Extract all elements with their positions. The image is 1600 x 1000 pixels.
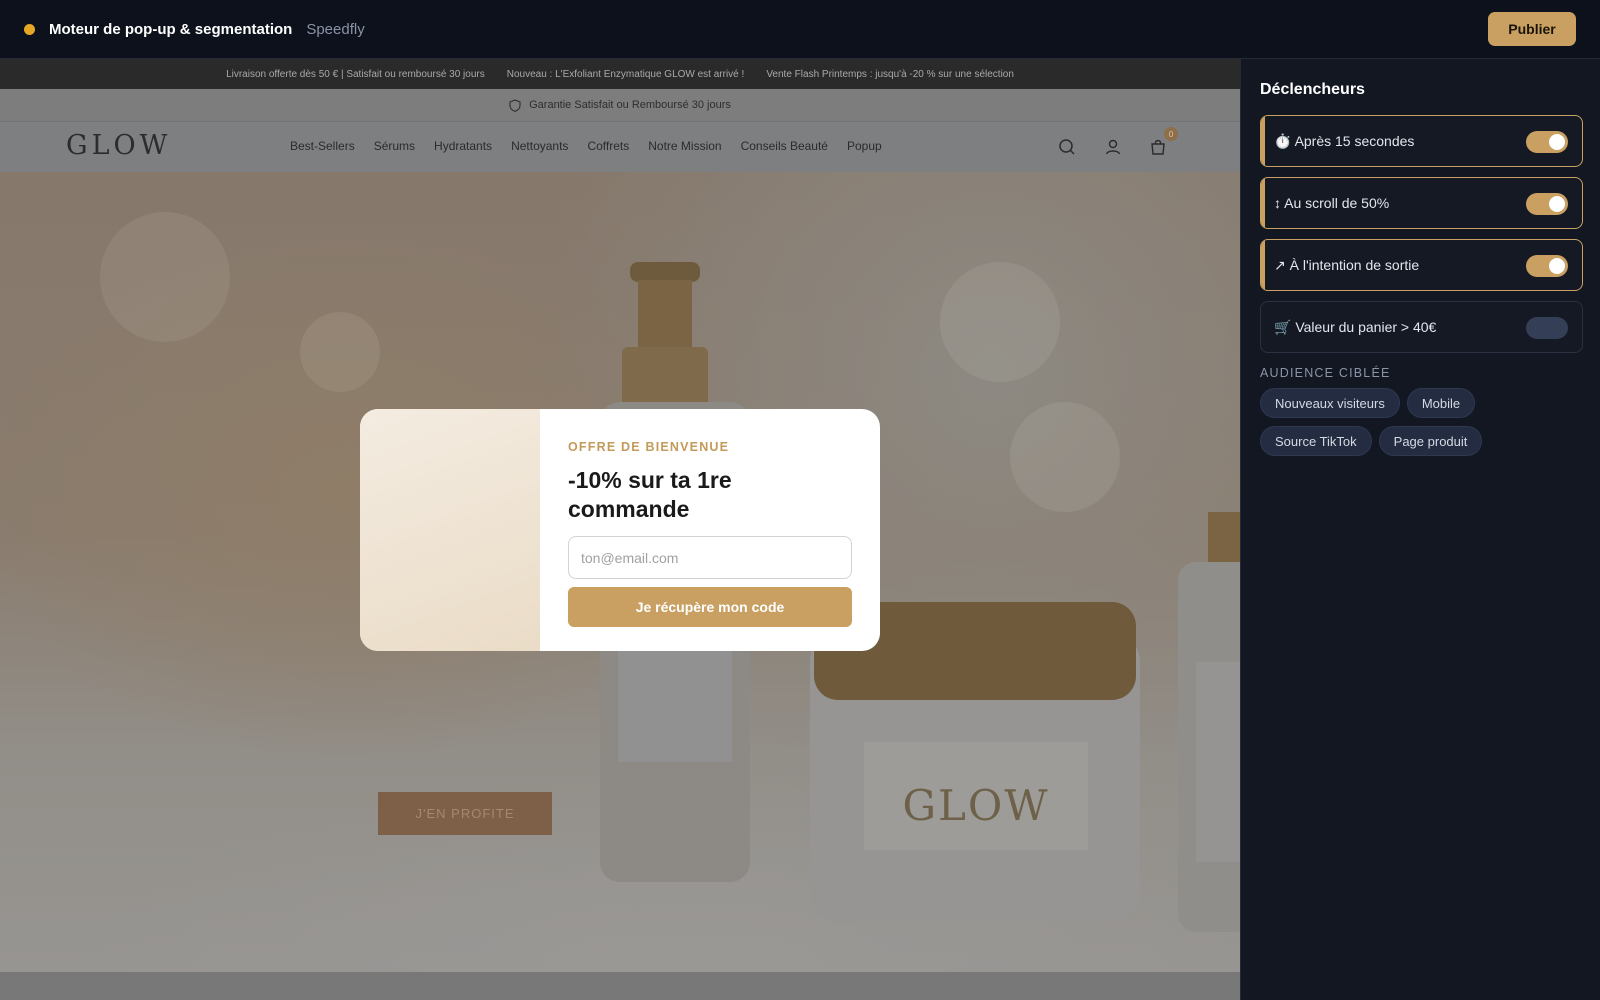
trigger-label: Au scroll de 50% <box>1284 195 1390 211</box>
trigger-exit-intent[interactable]: ↗ À l'intention de sortie <box>1260 239 1583 291</box>
nav-item-coffrets[interactable]: Coffrets <box>587 139 629 153</box>
nav-item-popup[interactable]: Popup <box>847 139 882 153</box>
cart-icon: 🛒 <box>1274 318 1292 335</box>
trigger-toggle[interactable] <box>1526 193 1568 215</box>
nav-item-serums[interactable]: Sérums <box>374 139 415 153</box>
popup-body: OFFRE DE BIENVENUE -10% sur ta 1re comma… <box>540 409 880 651</box>
hero-cta-button[interactable]: J'EN PROFITE <box>378 792 552 835</box>
user-icon[interactable] <box>1102 136 1124 158</box>
popup-title: -10% sur ta 1re commande <box>568 467 732 522</box>
trigger-label: Valeur du panier > 40€ <box>1295 318 1437 335</box>
status-dot <box>24 23 35 35</box>
exit-arrow-icon: ↗ <box>1274 256 1286 273</box>
trigger-toggle[interactable] <box>1526 131 1568 153</box>
store-nav: Best-Sellers Sérums Hydratants Nettoyant… <box>290 139 901 153</box>
settings-panel: Déclencheurs ⏱️ Après 15 secondes ↕ Au s… <box>1240 59 1600 1000</box>
cream-jar-image: GLOW <box>810 602 1140 922</box>
trigger-label: Après 15 secondes <box>1294 132 1415 149</box>
scroll-icon: ↕ <box>1274 195 1281 211</box>
toggle-knob <box>1549 134 1565 150</box>
triggers-title: Déclencheurs <box>1260 81 1365 98</box>
trigger-toggle[interactable] <box>1526 317 1568 339</box>
cart-count-badge: 0 <box>1164 127 1178 141</box>
trigger-label: À l'intention de sortie <box>1289 256 1420 273</box>
email-input[interactable] <box>568 536 852 579</box>
audience-chips: Nouveaux visiteurs Mobile Source TikTok … <box>1260 388 1590 456</box>
store-header: GLOW Best-Sellers Sérums Hydratants Nett… <box>0 122 1240 172</box>
welcome-popup: OFFRE DE BIENVENUE -10% sur ta 1re comma… <box>360 409 880 651</box>
trigger-after-15s[interactable]: ⏱️ Après 15 secondes <box>1260 115 1583 167</box>
guarantee-text: Garantie Satisfait ou Remboursé 30 jours <box>529 99 731 111</box>
jar-label: GLOW <box>902 781 1049 830</box>
publish-button[interactable]: Publier <box>1488 12 1576 46</box>
chip-new-visitors[interactable]: Nouveaux visiteurs <box>1260 388 1400 418</box>
audience-label: AUDIENCE CIBLÉE <box>1260 366 1391 380</box>
nav-item-conseils-beaute[interactable]: Conseils Beauté <box>741 139 828 153</box>
preview-footer-band <box>0 972 1240 1000</box>
toggle-knob <box>1549 196 1565 212</box>
timer-icon: ⏱️ <box>1274 132 1292 149</box>
claim-code-button[interactable]: Je récupère mon code <box>568 587 852 627</box>
nav-item-nettoyants[interactable]: Nettoyants <box>511 139 568 153</box>
promo-message: Vente Flash Printemps : jusqu'à -20 % su… <box>766 68 1014 80</box>
chip-tiktok-source[interactable]: Source TikTok <box>1260 426 1372 456</box>
store-logo[interactable]: GLOW <box>66 130 171 161</box>
trigger-toggle[interactable] <box>1526 255 1568 277</box>
bokeh-light <box>300 312 380 392</box>
chip-mobile[interactable]: Mobile <box>1406 388 1476 418</box>
bokeh-light <box>100 212 230 342</box>
trigger-cart-value[interactable]: 🛒 Valeur du panier > 40€ <box>1260 301 1583 353</box>
app-topbar: Moteur de pop-up & segmentation Speedfly… <box>0 0 1600 59</box>
chip-product-page[interactable]: Page produit <box>1378 426 1483 456</box>
promo-message: Livraison offerte dès 50 € | Satisfait o… <box>226 68 485 80</box>
bokeh-light <box>940 262 1060 382</box>
nav-item-best-sellers[interactable]: Best-Sellers <box>290 139 355 153</box>
nav-item-hydratants[interactable]: Hydratants <box>434 139 492 153</box>
app-title: Moteur de pop-up & segmentation <box>49 20 293 38</box>
toggle-knob <box>1549 258 1565 274</box>
guarantee-bar: Garantie Satisfait ou Remboursé 30 jours <box>0 89 1240 122</box>
nav-item-notre-mission[interactable]: Notre Mission <box>648 139 721 153</box>
bottle-image <box>1178 512 1240 932</box>
promo-message: Nouveau : L'Exfoliant Enzymatique GLOW e… <box>506 68 745 80</box>
popup-eyebrow: OFFRE DE BIENVENUE <box>568 440 730 454</box>
popup-image <box>360 409 540 651</box>
bokeh-light <box>1010 402 1120 512</box>
shield-icon <box>509 98 521 112</box>
promo-bar: Livraison offerte dès 50 € | Satisfait o… <box>0 59 1240 89</box>
trigger-scroll-50[interactable]: ↕ Au scroll de 50% <box>1260 177 1583 229</box>
search-icon[interactable] <box>1056 136 1078 158</box>
app-subtitle: Speedfly <box>306 20 365 38</box>
